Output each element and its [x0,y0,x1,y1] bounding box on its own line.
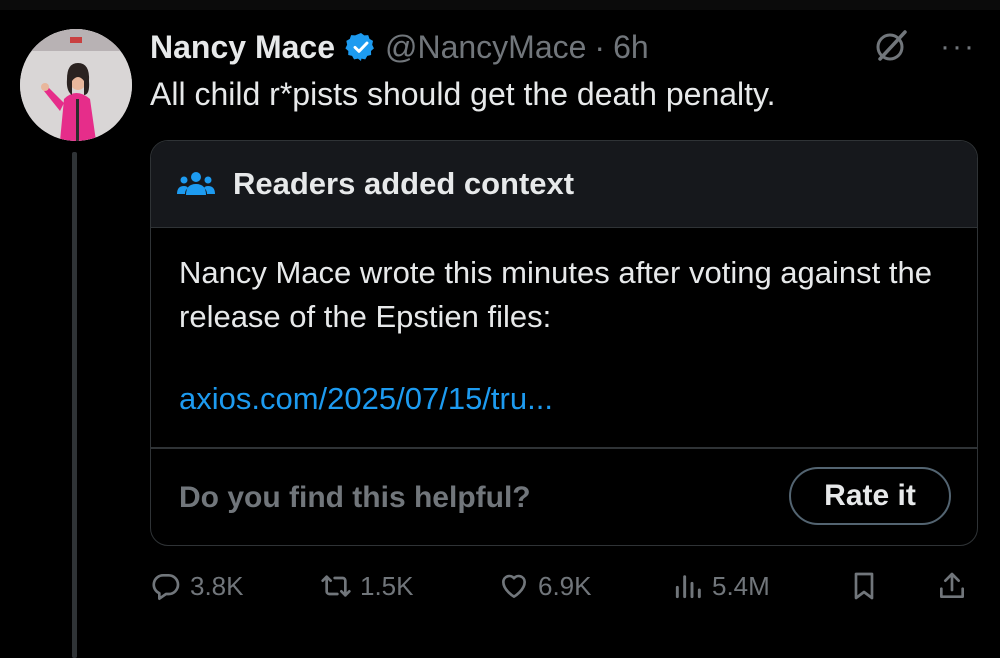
like-button[interactable]: 6.9K [498,566,592,606]
helpful-question: Do you find this helpful? [179,481,531,514]
reply-button[interactable]: 3.8K [150,566,244,606]
action-bar: 3.8K 1.5K 6.9K 5.4M [0,566,1000,606]
tweet-text: All child r*pists should get the death p… [150,76,776,112]
reply-icon [152,573,180,600]
tweet-header: Nancy Mace @NancyMace · 6h [150,22,649,72]
bookmark-button[interactable] [848,566,888,606]
share-icon [940,572,964,598]
rate-it-button[interactable]: Rate it [789,467,951,525]
handle[interactable]: @NancyMace [385,29,586,66]
views-button[interactable]: 5.4M [672,566,770,606]
like-icon [502,574,526,598]
repost-button[interactable]: 1.5K [320,566,414,606]
note-link[interactable]: axios.com/2025/07/15/tru... [179,381,553,417]
verified-badge-icon [345,33,374,61]
readers-people-icon [177,172,215,195]
repost-icon [321,575,351,597]
top-divider [0,0,1000,10]
avatar-image [20,29,132,141]
separator-dot: · [594,28,606,65]
like-count: 6.9K [538,570,592,601]
reply-count: 3.8K [190,570,244,601]
community-note: Readers added context Nancy Mace wrote t… [150,140,978,546]
share-button[interactable] [936,566,976,606]
bookmark-icon [854,572,874,600]
grok-icon[interactable] [872,26,912,66]
display-name[interactable]: Nancy Mace [150,29,335,66]
note-body: Nancy Mace wrote this minutes after voti… [179,255,932,334]
views-icon [675,575,701,599]
views-count: 5.4M [712,570,770,601]
note-divider [151,447,977,449]
more-icon[interactable]: ··· [940,30,976,64]
timestamp[interactable]: 6h [613,29,649,66]
note-title: Readers added context [233,166,575,201]
repost-count: 1.5K [360,570,414,601]
avatar[interactable] [20,29,132,141]
note-header: Readers added context [151,141,977,228]
